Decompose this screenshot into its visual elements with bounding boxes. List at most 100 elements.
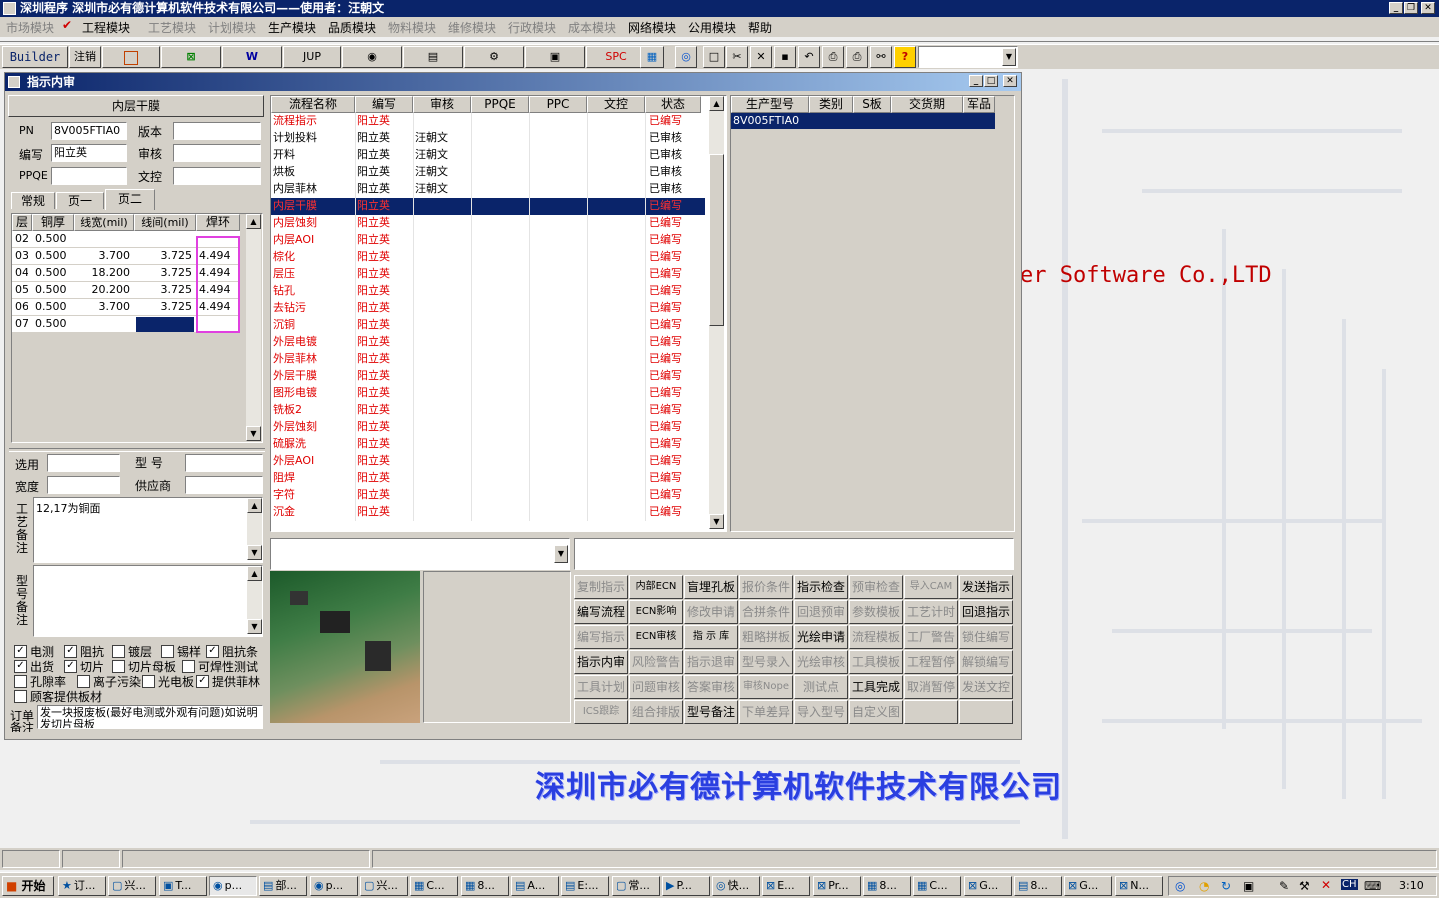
- action-button[interactable]: 自定义图: [849, 700, 903, 724]
- layer-header-ring[interactable]: 焊环: [196, 214, 240, 231]
- checkbox-14[interactable]: [14, 690, 27, 703]
- task-button[interactable]: ◉ p...: [209, 876, 257, 896]
- chevron-down-icon[interactable]: ▼: [1002, 48, 1016, 66]
- action-button[interactable]: 复制指示: [574, 575, 628, 599]
- action-button[interactable]: 参数模板: [849, 600, 903, 624]
- start-button[interactable]: ■ 开始: [2, 876, 54, 896]
- task-button[interactable]: ▣ T...: [159, 876, 207, 896]
- builder-button[interactable]: Builder: [2, 46, 68, 68]
- menu-plan[interactable]: 计划模块: [208, 19, 256, 36]
- scroll-thumb[interactable]: [709, 154, 724, 326]
- menu-cost[interactable]: 成本模块: [568, 19, 616, 36]
- scroll-down-icon[interactable]: ▼: [247, 545, 262, 560]
- author-field[interactable]: 阳立英: [51, 144, 127, 162]
- flow-header-status[interactable]: 状态: [645, 96, 701, 113]
- action-button[interactable]: 合拼条件: [739, 600, 793, 624]
- task-button[interactable]: ⊠ N...: [1115, 876, 1163, 896]
- save-button[interactable]: ▪: [774, 46, 796, 68]
- ie-tray-icon[interactable]: ◎: [1175, 879, 1185, 893]
- flow-row[interactable]: 阻焊 阳立英 已编写: [271, 470, 705, 487]
- action-button[interactable]: 锁住编写: [959, 625, 1013, 649]
- task-button[interactable]: ▤ 部...: [259, 876, 307, 896]
- action-button[interactable]: 工艺计时: [904, 600, 958, 624]
- action-button[interactable]: 粗略拼板: [739, 625, 793, 649]
- task-button[interactable]: ▤ E:...: [561, 876, 609, 896]
- flow-header-ppc[interactable]: PPC: [529, 96, 587, 113]
- checkbox-10[interactable]: [14, 675, 27, 688]
- task-button[interactable]: ★ 订...: [58, 876, 106, 896]
- menu-market[interactable]: 市场模块: [6, 19, 54, 36]
- database-button[interactable]: ▤: [403, 46, 463, 68]
- action-button[interactable]: 内部ECN: [629, 575, 683, 599]
- scroll-up-icon[interactable]: ▲: [247, 498, 262, 513]
- menu-engineering[interactable]: 工程模块: [82, 19, 130, 36]
- action-button[interactable]: 组合排版: [629, 700, 683, 724]
- flow-row[interactable]: 外层AOI 阳立英 已编写: [271, 453, 705, 470]
- action-button[interactable]: 工具完成: [849, 675, 903, 699]
- menu-public[interactable]: 公用模块: [688, 19, 736, 36]
- language-indicator[interactable]: CH: [1341, 879, 1358, 890]
- computer-button[interactable]: ▣: [525, 46, 585, 68]
- action-button[interactable]: 指示内审: [574, 650, 628, 674]
- scroll-down-icon[interactable]: ▼: [709, 514, 724, 529]
- action-button[interactable]: 回退预审: [794, 600, 848, 624]
- flow-header-reviewer[interactable]: 审核: [413, 96, 471, 113]
- flow-row[interactable]: 去钻污 阳立英 已编写: [271, 300, 705, 317]
- flow-row[interactable]: 棕化 阳立英 已编写: [271, 249, 705, 266]
- version-field[interactable]: [173, 122, 261, 140]
- task-button[interactable]: ▢ 兴...: [360, 876, 408, 896]
- layer-grid-scrollbar[interactable]: ▲ ▼: [246, 214, 261, 441]
- flow-row[interactable]: 铣板2 阳立英 已编写: [271, 402, 705, 419]
- toolbar-combo[interactable]: ▼: [918, 46, 1018, 68]
- doc-control-field[interactable]: [173, 167, 261, 185]
- network-tray-icon[interactable]: ▣: [1243, 879, 1254, 893]
- model-row[interactable]: 8V005FTIA0: [731, 113, 995, 129]
- refresh-tray-icon[interactable]: ↻: [1221, 879, 1231, 893]
- action-button[interactable]: 工厂警告: [904, 625, 958, 649]
- flow-row[interactable]: 硫脲洗 阳立英 已编写: [271, 436, 705, 453]
- flow-row[interactable]: 内层干膜 阳立英 已编写: [271, 198, 705, 215]
- model-header-delivery[interactable]: 交货期: [891, 96, 963, 113]
- task-button[interactable]: ▦ 8...: [863, 876, 911, 896]
- view-button[interactable]: ◉: [342, 46, 402, 68]
- action-button[interactable]: 测试点: [794, 675, 848, 699]
- action-button[interactable]: ICS跟踪: [574, 700, 628, 724]
- width-field[interactable]: [47, 476, 120, 494]
- action-button[interactable]: 审核Nope: [739, 675, 793, 699]
- checkbox-5[interactable]: ✓: [206, 645, 219, 658]
- checkbox-11[interactable]: [77, 675, 90, 688]
- layer-header-line-width[interactable]: 线宽(mil): [74, 214, 134, 231]
- action-button[interactable]: ECN影响: [629, 600, 683, 624]
- menu-material[interactable]: 物料模块: [388, 19, 436, 36]
- task-button[interactable]: ▶ P...: [662, 876, 710, 896]
- chevron-down-icon[interactable]: ▼: [554, 545, 568, 563]
- action-button[interactable]: 解锁编写: [959, 650, 1013, 674]
- action-button[interactable]: 编写流程: [574, 600, 628, 624]
- flow-row[interactable]: 外层蚀刻 阳立英 已编写: [271, 419, 705, 436]
- flow-row[interactable]: 烘板 阳立英 汪朝文 已审核: [271, 164, 705, 181]
- process-note-scrollbar[interactable]: ▲ ▼: [247, 498, 262, 560]
- checkbox-4[interactable]: [161, 645, 174, 658]
- preview-button[interactable]: ⎙: [822, 46, 844, 68]
- model-field[interactable]: [185, 454, 263, 472]
- task-button[interactable]: ◎ 快...: [712, 876, 760, 896]
- keyboard-tray-icon[interactable]: ⌨: [1364, 879, 1381, 893]
- menu-admin[interactable]: 行政模块: [508, 19, 556, 36]
- action-button[interactable]: 指 示 库: [684, 625, 738, 649]
- task-button[interactable]: ⊠ G...: [964, 876, 1012, 896]
- action-button[interactable]: 盲埋孔板: [684, 575, 738, 599]
- model-note-scrollbar[interactable]: ▲ ▼: [247, 566, 262, 634]
- checkbox-9[interactable]: [182, 660, 195, 673]
- flow-header-doc-control[interactable]: 文控: [587, 96, 645, 113]
- action-button[interactable]: 修改申请: [684, 600, 738, 624]
- task-button[interactable]: ◉ p...: [310, 876, 358, 896]
- model-header-category[interactable]: 类别: [809, 96, 853, 113]
- menu-quality[interactable]: 品质模块: [328, 19, 376, 36]
- network-button[interactable]: ⚙: [464, 46, 524, 68]
- order-note-field[interactable]: 发一块报废板(最好电测或外观有问题)如说明发切片母板: [37, 705, 263, 729]
- flow-row[interactable]: 计划投料 阳立英 汪朝文 已审核: [271, 130, 705, 147]
- flow-row[interactable]: 内层AOI 阳立英 已编写: [271, 232, 705, 249]
- action-button[interactable]: 型号录入: [739, 650, 793, 674]
- flow-header-author[interactable]: 编写: [355, 96, 413, 113]
- flow-combo[interactable]: ▼: [270, 538, 570, 570]
